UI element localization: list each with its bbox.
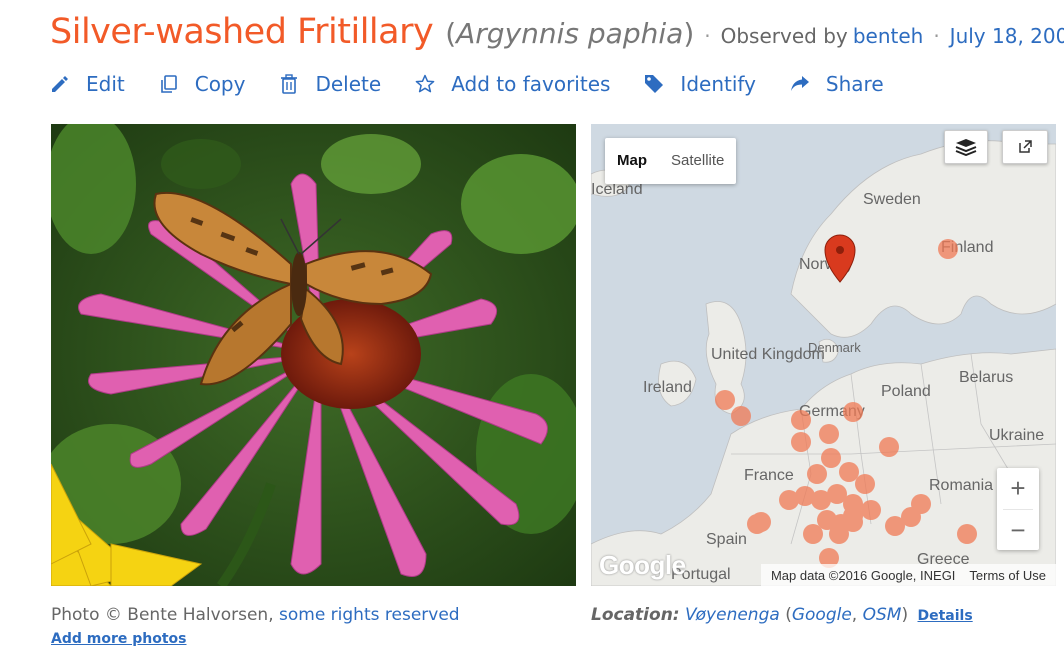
observation-cluster-dot[interactable] (803, 524, 823, 544)
copy-button[interactable]: Copy (159, 72, 246, 96)
location-details-link[interactable]: Details (918, 608, 973, 624)
common-name: Silver-washed Fritillary (50, 12, 434, 52)
observed-by-label: Observed by (720, 24, 848, 48)
observation-cluster-dot[interactable] (861, 500, 881, 520)
share-button[interactable]: Share (790, 72, 884, 96)
map-label-sweden: Sweden (863, 191, 921, 208)
add-to-favorites-label: Add to favorites (451, 72, 611, 96)
map-expand-button[interactable] (1002, 130, 1048, 164)
identify-button[interactable]: Identify (644, 72, 756, 96)
observation-cluster-dot[interactable] (843, 512, 863, 532)
map-label-spain: Spain (706, 531, 747, 548)
map-zoom-control: + − (997, 468, 1039, 550)
copy-label: Copy (194, 72, 246, 96)
observation-cluster-dot[interactable] (855, 474, 875, 494)
location-google-link[interactable]: Google (792, 605, 852, 625)
observation-cluster-dot[interactable] (715, 390, 735, 410)
map-label-united-kingdom: United Kingdom (711, 346, 825, 363)
external-link-icon (1019, 140, 1032, 153)
delete-button[interactable]: Delete (279, 72, 381, 96)
star-icon (415, 74, 435, 93)
pencil-icon (52, 76, 68, 92)
trash-icon (281, 74, 298, 94)
butterfly-on-flower-image (51, 124, 576, 586)
edit-label: Edit (86, 72, 125, 96)
photo-credit-text: Photo © Bente Halvorsen, (51, 605, 274, 625)
share-icon (790, 76, 809, 91)
observation-cluster-dot[interactable] (791, 432, 811, 452)
google-logo: Google (599, 550, 686, 580)
observation-cluster-dot[interactable] (731, 406, 751, 426)
observation-cluster-dot[interactable] (879, 437, 899, 457)
separator-dot: · (704, 24, 711, 48)
observation-cluster-dot[interactable] (819, 424, 839, 444)
rights-reserved-link[interactable]: some rights reserved (279, 605, 460, 625)
map-terms-link[interactable]: Terms of Use (969, 568, 1046, 583)
location-paren-close: ) (901, 605, 909, 625)
observation-cluster-dot[interactable] (747, 514, 767, 534)
observation-map[interactable]: Sweden Finland Norway Denmark United Kin… (591, 124, 1056, 586)
observation-cluster-dot[interactable] (821, 448, 841, 468)
location-osm-link[interactable]: OSM (863, 605, 902, 625)
paren-close: ) (683, 17, 695, 50)
map-label-france: France (744, 467, 794, 484)
map-type-map-button[interactable]: Map (605, 138, 659, 184)
observation-photo[interactable] (51, 124, 576, 586)
map-canvas[interactable]: Sweden Finland Norway Denmark United Kin… (591, 124, 1056, 586)
observation-cluster-dot[interactable] (791, 410, 811, 430)
observation-cluster-dot[interactable] (885, 516, 905, 536)
map-attribution: Map data ©2016 Google, INEGI Terms of Us… (760, 564, 1056, 586)
observation-cluster-dot[interactable] (839, 462, 859, 482)
zoom-out-button[interactable]: − (997, 510, 1039, 551)
observation-cluster-dot[interactable] (807, 464, 827, 484)
map-data-attribution: Map data ©2016 Google, INEGI (770, 567, 956, 583)
map-layers-button[interactable] (944, 130, 988, 164)
layers-icon (955, 139, 977, 156)
paren-open: ( (445, 17, 457, 50)
photo-credit: Photo © Bente Halvorsen, some rights res… (51, 605, 460, 625)
map-label-belarus: Belarus (959, 369, 1013, 386)
map-label-ireland: Ireland (643, 379, 692, 396)
map-label-romania: Romania (929, 477, 993, 494)
map-type-satellite-button[interactable]: Satellite (659, 138, 736, 184)
map-label-poland: Poland (881, 383, 931, 400)
observation-cluster-dot[interactable] (843, 402, 863, 422)
location-line: Location: Vøyenenga (Google, OSM) Detail… (591, 605, 973, 625)
add-more-photos-link[interactable]: Add more photos (51, 631, 186, 647)
separator-dot-2: · (933, 24, 940, 48)
share-label: Share (825, 72, 884, 96)
observation-date-link[interactable]: July 18, 2009 (950, 24, 1064, 48)
observation-cluster-dot[interactable] (938, 239, 958, 259)
copy-icon (160, 75, 177, 93)
scientific-name[interactable]: Argynnis paphia (456, 17, 683, 50)
delete-label: Delete (315, 72, 382, 96)
location-label: Location: (591, 605, 680, 625)
observer-link[interactable]: benteh (853, 24, 924, 48)
add-to-favorites-button[interactable]: Add to favorites (415, 72, 610, 96)
edit-button[interactable]: Edit (50, 72, 125, 96)
map-label-ukraine: Ukraine (989, 427, 1044, 444)
action-bar: Edit Copy Delete Add to favorites Identi… (50, 72, 918, 96)
observation-cluster-dot[interactable] (957, 524, 977, 544)
zoom-in-button[interactable]: + (997, 468, 1039, 509)
tag-icon (645, 75, 664, 93)
identify-label: Identify (680, 72, 756, 96)
map-type-toggle: Map Satellite (605, 138, 737, 184)
location-paren-open: ( (785, 605, 792, 625)
location-comma: , (851, 605, 858, 625)
location-place-link[interactable]: Vøyenenga (685, 605, 780, 625)
scientific-name-wrapper: (Argynnis paphia) (445, 17, 694, 50)
title-row: Silver-washed Fritillary (Argynnis paphi… (50, 12, 1064, 52)
